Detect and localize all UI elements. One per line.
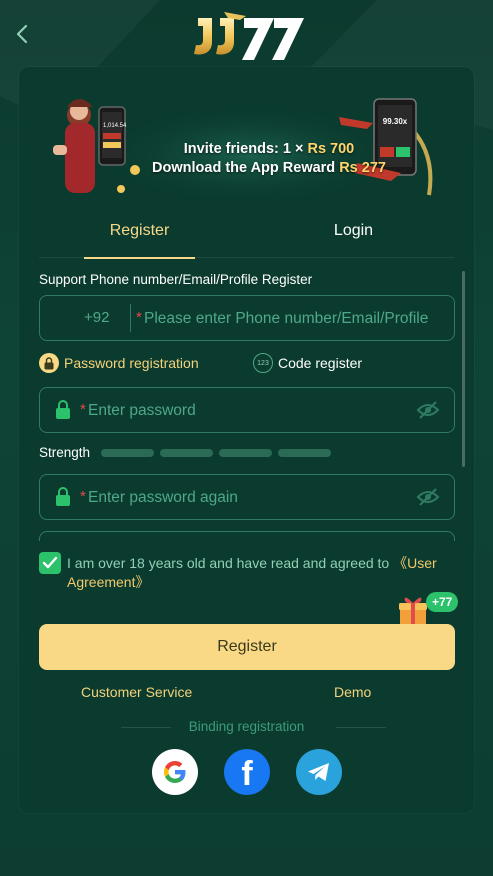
banner-line-1: Invite friends: 1 × Rs 700 [149,140,389,159]
banner-line-2-prefix: Download the App Reward [152,160,340,176]
facebook-login-button[interactable]: f [224,749,270,795]
back-button[interactable] [10,20,36,48]
account-field: +92 * [39,295,455,341]
strength-bar-3 [219,449,272,457]
tab-login[interactable]: Login [276,212,431,258]
customer-service-link[interactable]: Customer Service [81,684,192,700]
divider [130,304,131,332]
banner-line-1-amount: Rs 700 [307,141,355,157]
banner-line-2: Download the App Reward Rs 277 [149,159,389,178]
gift-reward[interactable]: +77 [398,590,464,626]
form-scrollbar[interactable] [462,271,465,467]
required-mark: * [80,401,86,418]
phone-right-value: 99.30x [382,117,408,126]
password-input[interactable] [88,400,408,422]
account-input[interactable] [144,308,444,330]
agreement-checkbox[interactable] [39,552,61,574]
password-registration-option[interactable]: Password registration [39,352,199,374]
google-login-button[interactable] [152,749,198,795]
strength-bar-2 [160,449,213,457]
check-icon [42,556,58,569]
password-field: * [39,387,455,433]
agreement-text: I am over 18 years old and have read and… [67,554,457,592]
jj77-logo [184,6,312,62]
register-card: 1,014.54 99.30x Invite friends: 1 × Rs 7… [19,67,474,813]
required-mark: * [80,488,86,505]
lock-icon [56,487,70,506]
code-register-label: Code register [278,355,363,371]
banner-text: Invite friends: 1 × Rs 700 Download the … [149,140,389,178]
phone-left-value: 1,014.54 [103,123,127,129]
password-registration-label: Password registration [64,355,199,371]
facebook-icon: f [241,755,253,793]
strength-bar-1 [101,449,154,457]
confirm-password-input[interactable] [88,487,408,509]
account-field-label: Support Phone number/Email/Profile Regis… [39,272,313,287]
banner-line-2-amount: Rs 277 [339,160,386,176]
binding-registration-label: Binding registration [39,719,454,734]
strength-bar-4 [278,449,331,457]
hidden-field-edge [39,531,455,541]
lock-icon [39,353,59,373]
eye-off-icon[interactable] [416,487,440,507]
strength-label: Strength [39,445,91,460]
logo-graphic [194,12,304,60]
promo-banner[interactable]: 1,014.54 99.30x Invite friends: 1 × Rs 7… [39,85,454,213]
gift-badge: +77 [426,592,459,612]
banner-line-1-prefix: Invite friends: 1 × [183,141,308,157]
demo-link[interactable]: Demo [334,684,371,700]
google-icon [164,761,186,783]
telegram-login-button[interactable] [296,749,342,795]
top-bar [0,0,493,70]
agreement-statement: I am over 18 years old and have read and… [67,555,394,571]
numeric-code-icon: 123 [253,353,273,373]
lock-icon [56,400,70,419]
auth-tabs: Register Login [39,212,454,259]
country-code[interactable]: +92 [84,309,109,326]
chevron-left-icon [16,24,28,44]
registration-mode: Password registration 123 Code register [39,352,454,374]
code-register-option[interactable]: 123 Code register [253,352,362,374]
gift-box-icon [399,597,427,626]
telegram-icon [308,763,329,781]
tab-register[interactable]: Register [62,212,217,259]
register-button[interactable]: Register [39,624,455,670]
confirm-password-field: * [39,474,455,520]
eye-off-icon[interactable] [416,400,440,420]
required-mark: * [136,309,142,326]
